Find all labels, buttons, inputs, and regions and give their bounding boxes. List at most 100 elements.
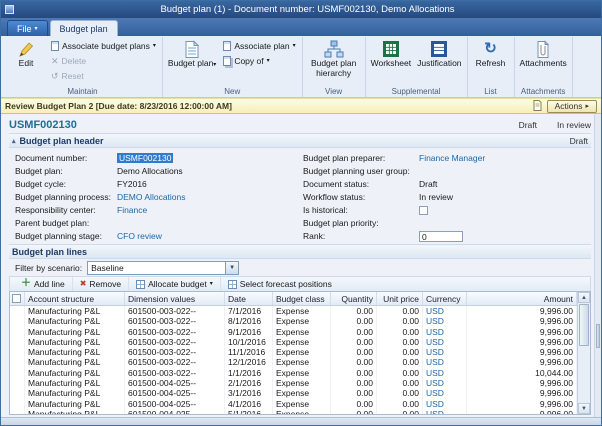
new-budget-plan-button[interactable]: Budget plan▾	[166, 37, 218, 85]
col-dimension-values[interactable]: Dimension values	[125, 292, 225, 305]
table-row[interactable]: Manufacturing P&L601500-003-022--9/1/201…	[10, 327, 577, 337]
workflow-bar: Review Budget Plan 2 [Due date: 8/23/201…	[1, 98, 601, 114]
table-row[interactable]: Manufacturing P&L601500-003-022--11/1/20…	[10, 347, 577, 357]
row-selector[interactable]	[10, 337, 25, 347]
cell-budget-class: Expense	[273, 399, 331, 409]
chevron-down-icon: ▾	[35, 26, 38, 32]
row-selector[interactable]	[10, 327, 25, 337]
cell-account-structure: Manufacturing P&L	[25, 399, 125, 409]
allocate-budget-button[interactable]: Allocate budget ▾	[129, 277, 221, 291]
cell-unit-price: 0.00	[377, 368, 423, 378]
delete-x-icon: ✕	[51, 57, 59, 66]
excel-worksheet-icon	[382, 39, 400, 59]
cell-currency[interactable]: USD	[423, 327, 467, 337]
scroll-down-button[interactable]: ▼	[578, 403, 590, 414]
row-selector[interactable]	[10, 409, 25, 414]
document-number-value[interactable]: USMF002130	[117, 153, 173, 163]
budget-plan-window: Budget plan (1) - Document number: USMF0…	[0, 0, 602, 426]
cell-quantity: 0.00	[331, 368, 377, 378]
col-currency[interactable]: Currency	[423, 292, 467, 305]
select-all-checkbox[interactable]	[12, 294, 21, 303]
ribbon-tab-strip: File ▾ Budget plan	[1, 18, 601, 36]
cell-date: 4/1/2016	[225, 399, 273, 409]
section-budget-plan-header[interactable]: ▴ Budget plan header Draft	[9, 133, 591, 148]
ribbon: Edit Associate budget plans ▾ ✕ Delete ↺…	[1, 36, 601, 98]
cell-amount: 9,996.00	[467, 347, 577, 357]
row-selector[interactable]	[10, 378, 25, 388]
cell-currency[interactable]: USD	[423, 368, 467, 378]
table-row[interactable]: Manufacturing P&L601500-003-022--7/1/201…	[10, 306, 577, 316]
edit-button[interactable]: Edit	[6, 37, 46, 85]
select-all-cell[interactable]	[10, 292, 25, 305]
table-row[interactable]: Manufacturing P&L601500-004-025--5/1/201…	[10, 409, 577, 414]
remove-button[interactable]: ✖ Remove	[73, 277, 129, 291]
cell-currency[interactable]: USD	[423, 388, 467, 398]
cell-currency[interactable]: USD	[423, 357, 467, 367]
cell-currency[interactable]: USD	[423, 409, 467, 414]
delete-button[interactable]: ✕ Delete	[48, 54, 159, 68]
justification-button[interactable]: Justification	[415, 37, 463, 85]
col-unit-price[interactable]: Unit price	[377, 292, 423, 305]
col-amount[interactable]: Amount	[467, 292, 577, 305]
table-row[interactable]: Manufacturing P&L601500-003-022--1/1/201…	[10, 368, 577, 378]
cell-currency[interactable]: USD	[423, 399, 467, 409]
responsibility-center-link[interactable]: Finance	[117, 205, 147, 215]
row-selector[interactable]	[10, 357, 25, 367]
cell-currency[interactable]: USD	[423, 306, 467, 316]
scenario-select[interactable]: Baseline ▼	[87, 261, 239, 275]
tab-file[interactable]: File ▾	[7, 20, 48, 36]
refresh-button[interactable]: ↻ Refresh	[471, 37, 511, 85]
col-date[interactable]: Date	[225, 292, 273, 305]
select-forecast-positions-button[interactable]: Select forecast positions	[221, 277, 339, 291]
table-row[interactable]: Manufacturing P&L601500-004-025--4/1/201…	[10, 399, 577, 409]
table-row[interactable]: Manufacturing P&L601500-003-022--12/1/20…	[10, 357, 577, 367]
budget-planning-process-link[interactable]: DEMO Allocations	[117, 192, 186, 202]
scroll-thumb[interactable]	[579, 304, 589, 346]
row-selector[interactable]	[10, 388, 25, 398]
budget-plan-value[interactable]: Demo Allocations	[117, 166, 183, 176]
associate-plan-button[interactable]: Associate plan ▾	[220, 39, 298, 53]
budget-plan-hierarchy-button[interactable]: Budget plan hierarchy	[306, 37, 362, 85]
tab-budget-plan[interactable]: Budget plan	[50, 20, 118, 36]
col-quantity[interactable]: Quantity	[331, 292, 377, 305]
scroll-track[interactable]	[578, 347, 590, 403]
associate-budget-plans-button[interactable]: Associate budget plans ▾	[48, 39, 159, 53]
cell-quantity: 0.00	[331, 357, 377, 367]
scenario-filter-row: Filter by scenario: Baseline ▼	[9, 259, 591, 276]
section-budget-plan-lines[interactable]: Budget plan lines	[9, 244, 591, 259]
cell-amount: 9,996.00	[467, 409, 577, 414]
row-selector[interactable]	[10, 347, 25, 357]
cell-currency[interactable]: USD	[423, 316, 467, 326]
cell-quantity: 0.00	[331, 399, 377, 409]
budget-cycle-value[interactable]: FY2016	[117, 179, 147, 189]
row-selector[interactable]	[10, 306, 25, 316]
table-row[interactable]: Manufacturing P&L601500-003-022--8/1/201…	[10, 316, 577, 326]
form-scroll-thumb[interactable]	[596, 324, 600, 348]
cell-currency[interactable]: USD	[423, 337, 467, 347]
attachments-button[interactable]: Attachments	[518, 37, 569, 85]
cell-dimension-values: 601500-003-022--	[125, 337, 225, 347]
copy-of-button[interactable]: Copy of ▾	[220, 54, 298, 68]
reset-button[interactable]: ↺ Reset	[48, 69, 159, 83]
is-historical-checkbox[interactable]	[419, 206, 428, 215]
form-scrollbar[interactable]	[594, 114, 601, 417]
grid-scrollbar[interactable]: ▲ ▼	[577, 292, 590, 414]
row-selector[interactable]	[10, 368, 25, 378]
row-selector[interactable]	[10, 316, 25, 326]
cell-currency[interactable]: USD	[423, 378, 467, 388]
col-budget-class[interactable]: Budget class	[273, 292, 331, 305]
row-selector[interactable]	[10, 399, 25, 409]
cell-unit-price: 0.00	[377, 388, 423, 398]
table-row[interactable]: Manufacturing P&L601500-004-025--3/1/201…	[10, 388, 577, 398]
table-row[interactable]: Manufacturing P&L601500-003-022--10/1/20…	[10, 337, 577, 347]
budget-plan-preparer-link[interactable]: Finance Manager	[419, 153, 485, 163]
worksheet-button[interactable]: Worksheet	[369, 37, 413, 85]
add-line-button[interactable]: ＋ Add line	[14, 277, 73, 291]
budget-planning-stage-link[interactable]: CFO review	[117, 231, 162, 241]
col-account-structure[interactable]: Account structure	[25, 292, 125, 305]
rank-input[interactable]: 0	[419, 231, 463, 242]
scroll-up-button[interactable]: ▲	[578, 292, 590, 303]
actions-button[interactable]: Actions ▸	[547, 100, 597, 113]
table-row[interactable]: Manufacturing P&L601500-004-025--2/1/201…	[10, 378, 577, 388]
cell-currency[interactable]: USD	[423, 347, 467, 357]
